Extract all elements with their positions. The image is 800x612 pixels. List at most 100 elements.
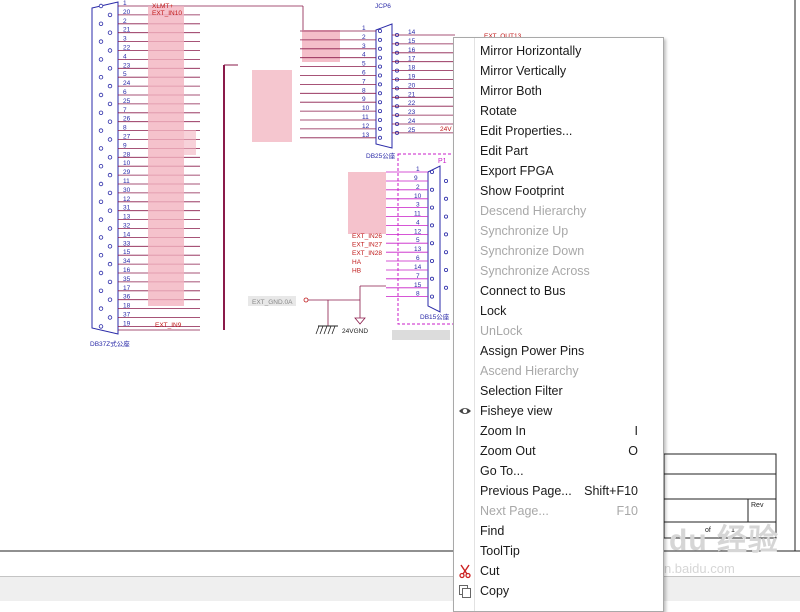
menu-item-export-fpga[interactable]: Export FPGA [454, 161, 663, 181]
pin-marker [377, 37, 382, 42]
pin-number: 14 [123, 231, 131, 238]
menu-item-show-footprint[interactable]: Show Footprint [454, 181, 663, 201]
menu-item-mirror-both[interactable]: Mirror Both [454, 81, 663, 101]
title-rev: Rev [751, 502, 764, 509]
connector-db15-body [427, 165, 441, 313]
blurred-block [252, 70, 292, 142]
menu-item-synchronize-up[interactable]: Synchronize Up [454, 221, 663, 241]
connector-jcp6-ref: JCP6 [375, 3, 391, 10]
pin-marker [377, 55, 382, 60]
pin-number: 13 [362, 132, 370, 139]
menu-item-assign-power-pins[interactable]: Assign Power Pins [454, 341, 663, 361]
pin-number: 4 [362, 52, 366, 59]
connector-db37-body [91, 1, 119, 335]
pin-number: 2 [123, 18, 127, 25]
menu-item-edit-part[interactable]: Edit Part [454, 141, 663, 161]
menu-item-next-page[interactable]: Next Page... F10 [454, 501, 663, 521]
pin-number: 33 [123, 240, 131, 247]
pin-marker [107, 279, 113, 285]
pin-number: 16 [123, 267, 131, 274]
menu-item-label: Lock [480, 304, 507, 318]
net-label-p1: HB [352, 267, 361, 274]
pin-marker [377, 118, 382, 123]
menu-item-ascend-hierarchy[interactable]: Ascend Hierarchy [454, 361, 663, 381]
pin-number: 7 [123, 107, 127, 114]
menu-item-descend-hierarchy[interactable]: Descend Hierarchy [454, 201, 663, 221]
menu-item-go-to[interactable]: Go To... [454, 461, 663, 481]
pin-marker [98, 110, 104, 115]
pin-number: 12 [362, 123, 370, 130]
pin-marker [98, 128, 104, 133]
pin-number: 7 [416, 273, 420, 280]
menu-item-label: Zoom Out [480, 444, 536, 458]
menu-item-connect-to-bus[interactable]: Connect to Bus [454, 281, 663, 301]
pin-number: 19 [123, 320, 131, 327]
pin-marker [107, 119, 113, 124]
pin-number: 24 [408, 118, 416, 125]
menu-item-mirror-horizontally[interactable]: Mirror Horizontally [454, 41, 663, 61]
menu-item-fisheye-view[interactable]: Fisheye view [454, 401, 663, 421]
pin-number: 6 [362, 70, 366, 77]
menu-item-copy[interactable]: Copy [454, 581, 663, 601]
pin-marker [429, 187, 434, 192]
copy-icon [457, 583, 473, 599]
ground-symbol [331, 325, 336, 335]
pin-marker [443, 250, 448, 255]
pin-number: 12 [123, 196, 131, 203]
menu-item-synchronize-across[interactable]: Synchronize Across [454, 261, 663, 281]
context-menu: Mirror Horizontally Mirror Vertically Mirr… [453, 37, 664, 612]
pin-number: 31 [123, 205, 131, 212]
pin-number: 8 [362, 87, 366, 94]
menu-item-rotate[interactable]: Rotate [454, 101, 663, 121]
pin-marker [443, 196, 448, 201]
menu-item-label: Copy [480, 584, 510, 598]
pin-marker [98, 21, 104, 26]
menu-item-cut[interactable]: Cut [454, 561, 663, 581]
pin-number: 9 [123, 142, 127, 149]
menu-item-label: Find [480, 524, 505, 538]
menu-item-previous-page[interactable]: Previous Page... Shift+F10 [454, 481, 663, 501]
menu-item-label: Mirror Vertically [480, 64, 567, 78]
menu-item-label: Synchronize Across [480, 264, 590, 278]
menu-item-label: Synchronize Down [480, 244, 585, 258]
menu-item-label: Export FPGA [480, 164, 554, 178]
menu-item-find[interactable]: Find [454, 521, 663, 541]
pin-marker [107, 190, 113, 196]
pin-number: 17 [408, 56, 416, 63]
menu-item-lock[interactable]: Lock [454, 301, 663, 321]
pin-number: 5 [123, 71, 127, 78]
connector-db15-name: DB15公座 [420, 312, 450, 321]
pin-marker [377, 28, 382, 33]
menu-item-synchronize-down[interactable]: Synchronize Down [454, 241, 663, 261]
menu-item-zoom-out[interactable]: Zoom Out O [454, 441, 663, 461]
pin-number: 3 [362, 43, 366, 50]
pin-number: 18 [408, 65, 416, 72]
schematic-canvas[interactable]: Rev of 1 1202213224235246257268279281029… [0, 0, 800, 600]
pin-number: 6 [123, 89, 127, 96]
menu-item-zoom-in[interactable]: Zoom In I [454, 421, 663, 441]
menu-item-edit-properties[interactable]: Edit Properties... [454, 121, 663, 141]
pin-number: 28 [123, 151, 131, 158]
pin-number: 25 [123, 98, 131, 105]
pin-number: 4 [416, 219, 420, 226]
pin-number: 2 [416, 184, 420, 191]
pin-marker [377, 46, 382, 51]
menu-item-label: UnLock [480, 324, 523, 338]
menu-item-tooltip[interactable]: ToolTip [454, 541, 663, 561]
pin-number: 10 [362, 105, 370, 112]
pin-number: 23 [408, 109, 416, 116]
net-label-ground: EXT_GND.0A [252, 299, 293, 306]
pin-number: 22 [408, 100, 416, 107]
menu-item-unlock[interactable]: UnLock [454, 321, 663, 341]
pin-marker [377, 109, 382, 114]
menu-item-selection-filter[interactable]: Selection Filter [454, 381, 663, 401]
pin-number: 12 [414, 228, 422, 235]
pin-number: 27 [123, 134, 131, 141]
pin-marker [107, 66, 113, 71]
pin-marker [443, 178, 448, 183]
ground-symbol [354, 317, 366, 325]
pin-number: 8 [416, 291, 420, 298]
pin-number: 37 [123, 312, 131, 319]
menu-item-mirror-vertically[interactable]: Mirror Vertically [454, 61, 663, 81]
net-label-xlmt: XLMT+ [152, 3, 173, 10]
